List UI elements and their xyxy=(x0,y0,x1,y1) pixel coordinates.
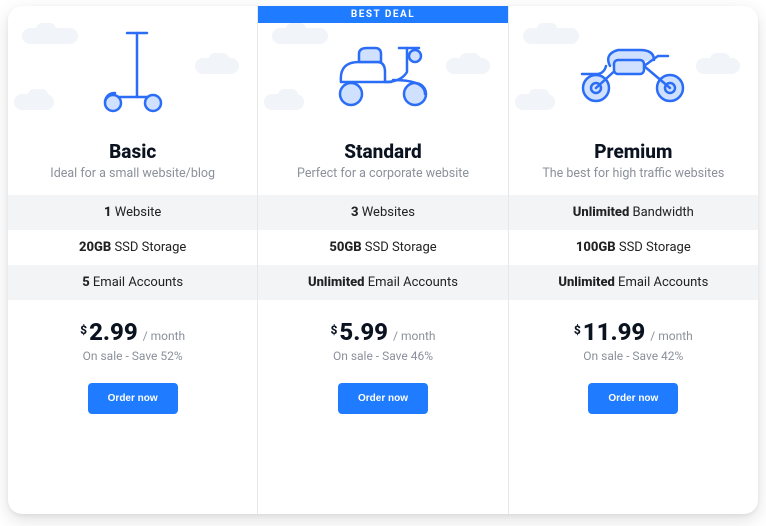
feature-item: Unlimited Email Accounts xyxy=(258,265,507,300)
plan-tagline: Ideal for a small website/blog xyxy=(20,166,245,181)
plan-illustration xyxy=(8,6,257,136)
plan-sale-text: On sale - Save 46% xyxy=(266,349,499,363)
feature-item: 1 Website xyxy=(8,195,257,230)
feature-item: 20GB SSD Storage xyxy=(8,230,257,265)
plan-basic: Basic Ideal for a small website/blog 1 W… xyxy=(8,6,258,514)
pricing-table: Basic Ideal for a small website/blog 1 W… xyxy=(8,6,758,514)
feature-item: Unlimited Bandwidth xyxy=(509,195,758,230)
feature-item: Unlimited Email Accounts xyxy=(509,265,758,300)
order-button[interactable]: Order now xyxy=(338,383,428,414)
plan-price: $ 2.99 / month xyxy=(16,318,249,346)
plan-price: $ 5.99 / month xyxy=(266,318,499,346)
plan-tagline: Perfect for a corporate website xyxy=(270,166,495,181)
feature-item: 100GB SSD Storage xyxy=(509,230,758,265)
scooter-icon xyxy=(93,27,173,115)
plan-title: Basic xyxy=(20,140,245,163)
plan-standard: BEST DEAL Standard Perfect for a corpora… xyxy=(258,6,508,514)
plan-price: $ 11.99 / month xyxy=(517,318,750,346)
plan-premium: Premium The best for high traffic websit… xyxy=(509,6,758,514)
plan-title: Standard xyxy=(270,140,495,163)
plan-sale-text: On sale - Save 42% xyxy=(517,349,750,363)
plan-title: Premium xyxy=(521,140,746,163)
order-button[interactable]: Order now xyxy=(88,383,178,414)
plan-illustration xyxy=(258,6,507,136)
feature-item: 3 Websites xyxy=(258,195,507,230)
feature-list: 1 Website 20GB SSD Storage 5 Email Accou… xyxy=(8,195,257,300)
plan-illustration xyxy=(509,6,758,136)
plan-sale-text: On sale - Save 52% xyxy=(16,349,249,363)
order-button[interactable]: Order now xyxy=(588,383,678,414)
moped-icon xyxy=(329,32,437,110)
feature-item: 5 Email Accounts xyxy=(8,265,257,300)
feature-list: 3 Websites 50GB SSD Storage Unlimited Em… xyxy=(258,195,507,300)
plan-tagline: The best for high traffic websites xyxy=(521,166,746,181)
motorcycle-icon xyxy=(574,36,692,106)
feature-list: Unlimited Bandwidth 100GB SSD Storage Un… xyxy=(509,195,758,300)
feature-item: 50GB SSD Storage xyxy=(258,230,507,265)
